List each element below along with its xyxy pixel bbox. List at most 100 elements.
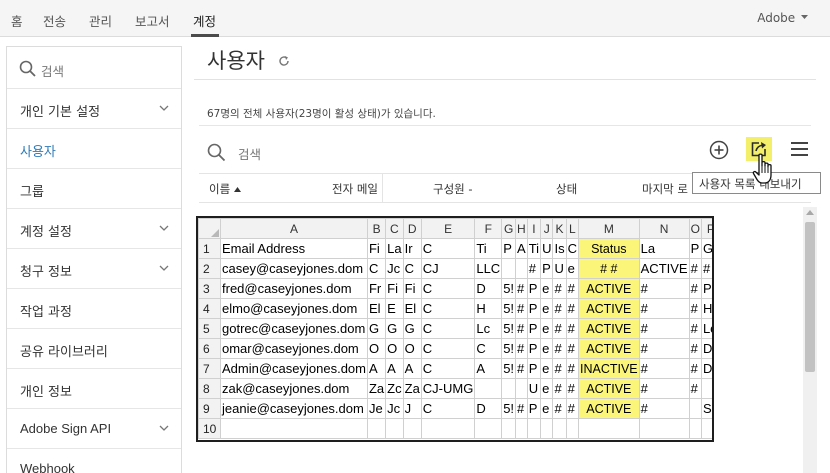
column-header-email[interactable]: 전자 메일 [332, 181, 378, 197]
spreadsheet-cell[interactable]: # [515, 358, 528, 379]
spreadsheet-cell[interactable]: U [526, 378, 542, 399]
spreadsheet-cell[interactable] [515, 378, 528, 399]
spreadsheet-cell[interactable] [501, 258, 517, 279]
spreadsheet-cell[interactable]: P [526, 298, 542, 319]
spreadsheet-cell[interactable]: jeanie@caseyjones.dom [220, 398, 368, 419]
spreadsheet-cell[interactable]: # [565, 358, 580, 379]
spreadsheet-cell[interactable]: G [700, 238, 712, 259]
column-header-last-login[interactable]: 마지막 로 [642, 181, 688, 197]
spreadsheet-cell[interactable] [688, 398, 702, 419]
spreadsheet-cell[interactable] [565, 418, 580, 439]
spreadsheet-row-number[interactable]: 6 [198, 338, 221, 359]
status-cell[interactable]: ACTIVE [577, 338, 640, 359]
spreadsheet-cell[interactable]: e [540, 278, 554, 299]
scroll-up-arrow-icon[interactable] [805, 208, 815, 216]
spreadsheet-row-number[interactable]: 9 [198, 398, 221, 419]
spreadsheet-cell[interactable]: D [700, 338, 712, 359]
spreadsheet-cell[interactable]: LLC [474, 258, 503, 279]
spreadsheet-cell[interactable]: # [552, 298, 567, 319]
spreadsheet-row-number[interactable]: 3 [198, 278, 221, 299]
spreadsheet-cell[interactable]: # [688, 318, 702, 339]
spreadsheet-cell[interactable]: P [540, 258, 554, 279]
spreadsheet-cell[interactable]: # [688, 358, 702, 379]
spreadsheet-cell[interactable]: # [526, 258, 542, 279]
spreadsheet-cell[interactable]: # [552, 338, 567, 359]
spreadsheet-column-header[interactable]: N [638, 218, 690, 239]
spreadsheet-cell[interactable]: La [385, 238, 404, 259]
spreadsheet-cell[interactable]: # [688, 258, 702, 279]
spreadsheet-cell[interactable]: omar@caseyjones.dom [220, 338, 368, 359]
spreadsheet-cell[interactable]: Ir [402, 238, 422, 259]
spreadsheet-cell[interactable]: casey@caseyjones.dom [220, 258, 368, 279]
sidebar-item-adobe-sign-api[interactable]: Adobe Sign API [7, 409, 181, 449]
spreadsheet-cell[interactable] [501, 418, 517, 439]
spreadsheet-cell[interactable] [526, 418, 542, 439]
spreadsheet-cell[interactable]: # [565, 378, 580, 399]
spreadsheet-cell[interactable]: La [638, 238, 690, 259]
spreadsheet-cell[interactable]: C [402, 258, 422, 279]
spreadsheet-cell[interactable]: P [526, 338, 542, 359]
spreadsheet-cell[interactable]: 5! [501, 398, 517, 419]
scrollbar-thumb[interactable] [805, 222, 815, 372]
spreadsheet-cell[interactable]: Jc [385, 258, 404, 279]
status-cell[interactable]: # # [577, 258, 640, 279]
spreadsheet-column-header[interactable]: H [515, 218, 528, 239]
spreadsheet-cell[interactable]: # [552, 278, 567, 299]
spreadsheet-cell[interactable] [474, 378, 503, 399]
spreadsheet-cell[interactable]: Je [366, 398, 387, 419]
sidebar-item-personal-info[interactable]: 개인 정보 [7, 369, 181, 409]
column-header-status[interactable]: 상태 [556, 181, 577, 197]
spreadsheet-cell[interactable]: H [474, 298, 503, 319]
spreadsheet-cell[interactable]: C [420, 278, 476, 299]
spreadsheet-cell[interactable]: Fi [385, 278, 404, 299]
spreadsheet-cell[interactable]: P [526, 358, 542, 379]
column-header-member[interactable]: 구성원 - [433, 181, 473, 197]
tab-manage[interactable]: 관리 [89, 11, 112, 30]
sidebar-item-personal-preferences[interactable]: 개인 기본 설정 [7, 89, 181, 129]
spreadsheet-cell[interactable]: gotrec@caseyjones.dom [220, 318, 368, 339]
spreadsheet-row-number[interactable]: 7 [198, 358, 221, 379]
spreadsheet-cell[interactable]: # [688, 298, 702, 319]
spreadsheet-column-header[interactable]: K [552, 218, 567, 239]
spreadsheet-cell[interactable]: El [366, 298, 387, 319]
spreadsheet-column-header[interactable]: P [700, 218, 712, 239]
spreadsheet-cell[interactable]: P [526, 318, 542, 339]
spreadsheet-cell[interactable]: C [565, 238, 580, 259]
spreadsheet-column-header[interactable]: A [220, 218, 368, 239]
spreadsheet-cell[interactable]: 5! [501, 358, 517, 379]
spreadsheet-cell[interactable]: # [688, 278, 702, 299]
spreadsheet-cell[interactable]: C [420, 338, 476, 359]
spreadsheet-cell[interactable] [700, 378, 712, 399]
spreadsheet-cell[interactable]: Ti [526, 238, 542, 259]
spreadsheet-cell[interactable]: # [515, 298, 528, 319]
spreadsheet-cell[interactable]: A [515, 238, 528, 259]
spreadsheet-cell[interactable]: P [700, 278, 712, 299]
spreadsheet-cell[interactable]: C [420, 298, 476, 319]
spreadsheet-cell[interactable]: C [420, 398, 476, 419]
spreadsheet-cell[interactable]: E [385, 298, 404, 319]
status-cell[interactable]: ACTIVE [577, 318, 640, 339]
spreadsheet-cell[interactable]: # [565, 278, 580, 299]
spreadsheet-cell[interactable]: C [420, 238, 476, 259]
spreadsheet-cell[interactable]: # [638, 298, 690, 319]
spreadsheet-cell[interactable] [577, 418, 640, 439]
spreadsheet-cell[interactable]: G [402, 318, 422, 339]
spreadsheet-cell[interactable]: Admin@caseyjones.dom [220, 358, 368, 379]
spreadsheet-cell[interactable]: e [540, 298, 554, 319]
add-user-icon[interactable] [709, 140, 729, 160]
spreadsheet-cell[interactable]: Lc [474, 318, 503, 339]
spreadsheet-cell[interactable]: 5! [501, 278, 517, 299]
spreadsheet-cell[interactable]: Fr [366, 278, 387, 299]
spreadsheet-column-header[interactable]: B [366, 218, 387, 239]
spreadsheet-cell[interactable] [688, 418, 702, 439]
search-icon[interactable] [207, 143, 226, 162]
spreadsheet-column-header[interactable]: C [385, 218, 404, 239]
spreadsheet-cell[interactable]: U [552, 258, 567, 279]
spreadsheet-cell[interactable]: # [638, 318, 690, 339]
spreadsheet-cell[interactable] [501, 378, 517, 399]
status-cell[interactable]: ACTIVE [577, 278, 640, 299]
tab-home[interactable]: 홈 [11, 11, 23, 30]
sidebar-item-shared-library[interactable]: 공유 라이브러리 [7, 329, 181, 369]
spreadsheet-cell[interactable]: e [540, 358, 554, 379]
spreadsheet-cell[interactable]: A [385, 358, 404, 379]
